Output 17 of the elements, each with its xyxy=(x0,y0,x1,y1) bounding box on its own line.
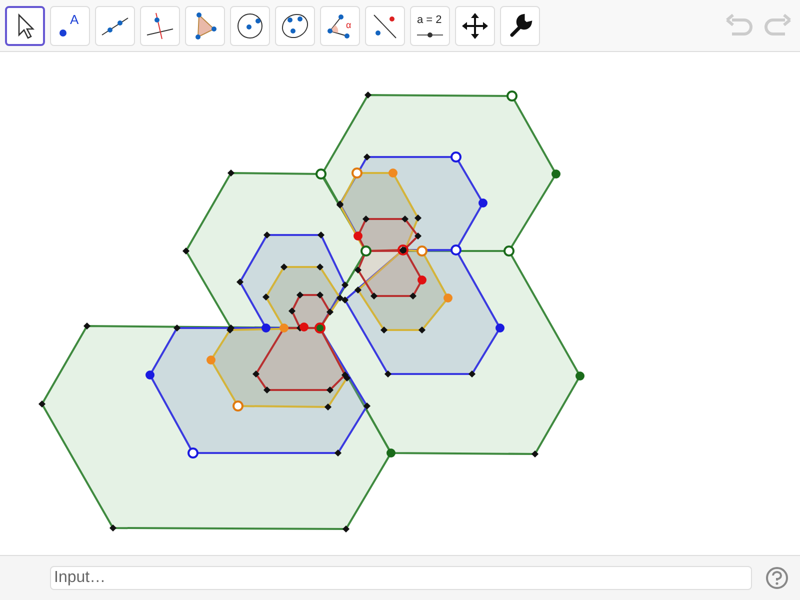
input-field[interactable]: Input… xyxy=(50,566,752,590)
move-arrows-icon xyxy=(460,10,490,40)
perpendicular-line-icon xyxy=(145,10,175,40)
tool-button[interactable]: A xyxy=(50,6,90,46)
slider-label: a = 2 xyxy=(417,14,442,26)
slider-icon xyxy=(415,30,445,38)
point-icon xyxy=(59,28,67,36)
undo-icon xyxy=(724,14,754,38)
angle-label: α xyxy=(346,20,352,30)
circle-icon xyxy=(235,10,265,40)
tool-button[interactable] xyxy=(5,6,45,46)
help-button[interactable] xyxy=(766,567,788,589)
point-label: A xyxy=(70,12,79,26)
redo-icon xyxy=(763,14,793,38)
question-mark-icon xyxy=(771,571,783,585)
tool-button[interactable]: α xyxy=(320,6,360,46)
tool-button[interactable]: a = 2 xyxy=(410,6,450,46)
